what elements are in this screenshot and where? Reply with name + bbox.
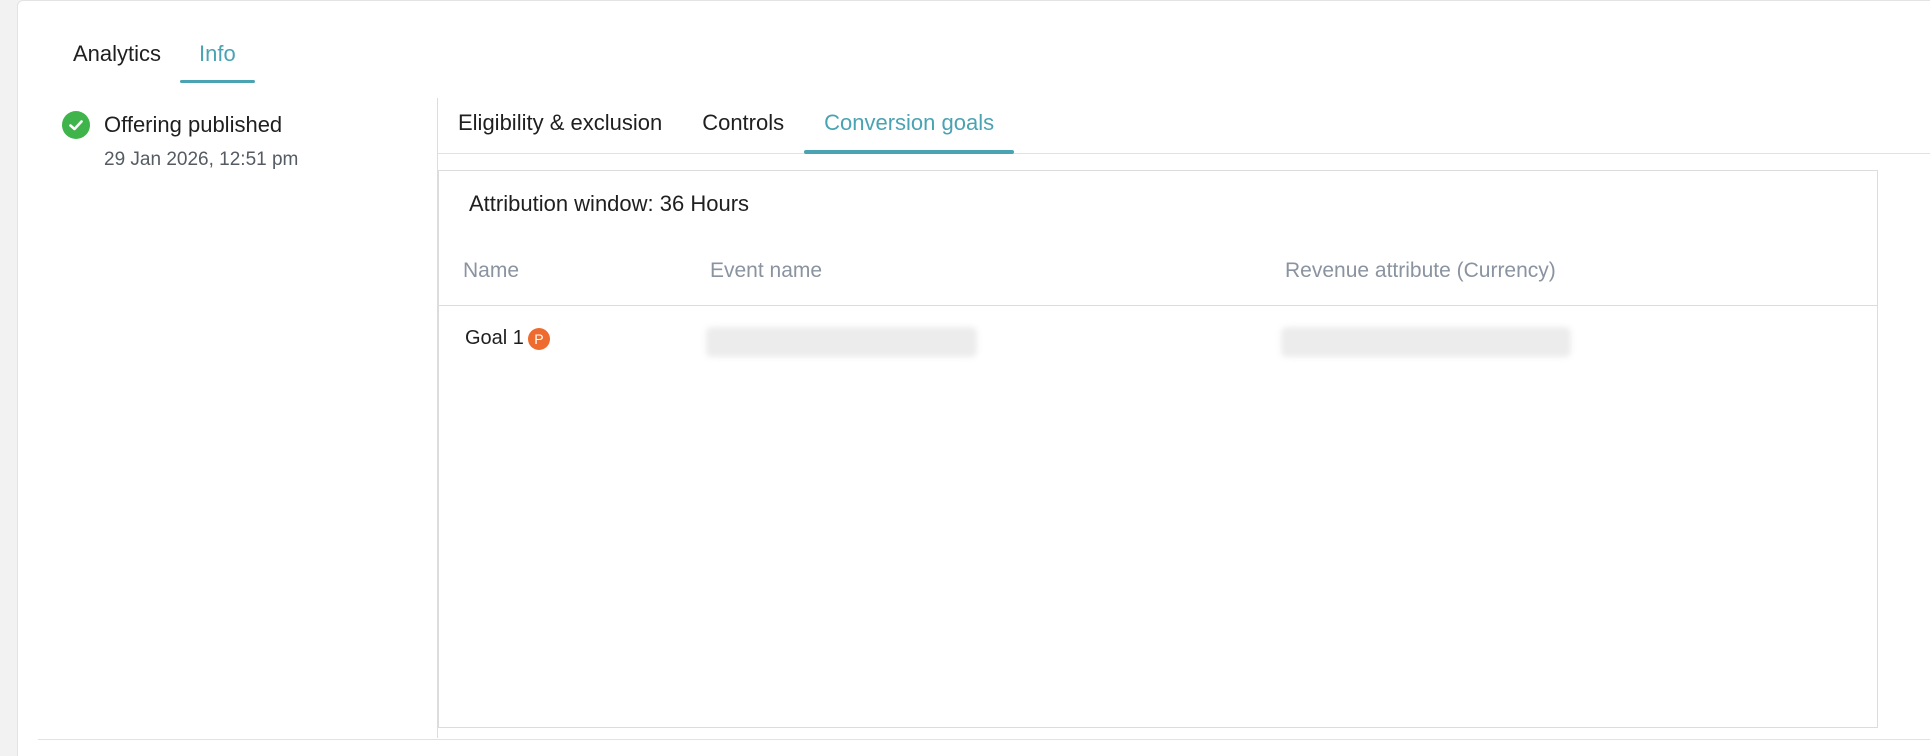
tab-controls[interactable]: Controls — [682, 98, 804, 153]
table-header: Name Event name Revenue attribute (Curre… — [439, 251, 1877, 306]
status-date: 29 Jan 2026, 12:51 pm — [104, 149, 299, 170]
table-row: Goal 1 P — [439, 307, 1877, 373]
attribution-window: Attribution window: 36 Hours — [469, 191, 750, 216]
event-name-redacted — [706, 327, 977, 357]
sub-tab-bar: Eligibility & exclusion Controls Convers… — [438, 98, 1930, 154]
primary-badge: P — [527, 327, 550, 350]
publish-status: Offering published 29 Jan 2026, 12:51 pm — [62, 111, 392, 171]
check-circle-icon — [62, 111, 90, 139]
tab-eligibility-exclusion[interactable]: Eligibility & exclusion — [438, 98, 682, 153]
bottom-divider — [38, 739, 1930, 740]
revenue-attribute-redacted — [1281, 327, 1571, 357]
column-header-event-name: Event name — [710, 259, 823, 282]
tab-info[interactable]: Info — [180, 29, 255, 83]
top-tab-bar: Analytics Info — [54, 29, 255, 83]
status-title: Offering published — [104, 112, 283, 137]
column-header-revenue-attribute: Revenue attribute (Currency) — [1285, 259, 1556, 282]
goal-name: Goal 1 — [465, 327, 524, 349]
tab-conversion-goals[interactable]: Conversion goals — [804, 98, 1015, 154]
page-container: Analytics Info Offering published 29 Jan… — [17, 0, 1930, 756]
column-header-name: Name — [463, 259, 520, 282]
tab-analytics[interactable]: Analytics — [54, 29, 180, 83]
goal-name-cell: Goal 1 P — [465, 327, 550, 350]
conversion-goals-card: Attribution window: 36 Hours Name Event … — [438, 170, 1878, 728]
status-row: Offering published — [62, 111, 392, 139]
details-panel: Eligibility & exclusion Controls Convers… — [437, 98, 1930, 738]
